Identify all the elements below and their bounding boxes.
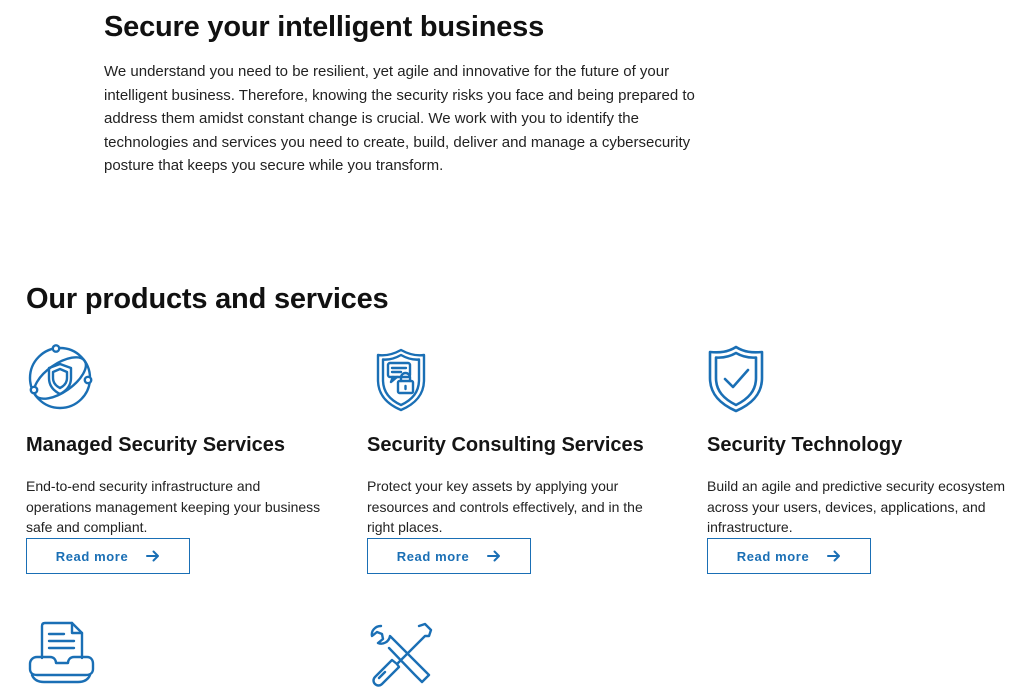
arrow-right-icon <box>146 550 160 562</box>
read-more-label: Read more <box>736 548 810 564</box>
read-more-label: Read more <box>55 548 129 564</box>
globe-shield-icon <box>26 344 96 414</box>
card-title: Managed Security Services <box>26 434 286 456</box>
intro-title: Secure your intelligent business <box>104 11 544 43</box>
product-card-security-technology: Security Technology Build an agile and p… <box>707 344 1007 574</box>
intro-section: Secure your intelligent business We unde… <box>104 8 744 178</box>
arrow-right-icon <box>487 550 501 562</box>
page: Secure your intelligent business We unde… <box>0 0 1024 696</box>
read-more-button[interactable]: Read more <box>26 538 190 574</box>
read-more-label: Read more <box>396 548 470 564</box>
shield-lock-chat-icon <box>367 344 437 414</box>
card-title: Security Technology <box>707 434 903 456</box>
arrow-right-icon <box>827 550 841 562</box>
card-title: Security Consulting Services <box>367 434 644 456</box>
read-more-button[interactable]: Read more <box>707 538 871 574</box>
product-card-managed-security: Managed Security Services End-to-end sec… <box>26 344 326 574</box>
read-more-button[interactable]: Read more <box>367 538 531 574</box>
document-hands-icon <box>26 620 96 690</box>
tools-icon <box>367 620 437 690</box>
card-description: Protect your key assets by applying your… <box>367 478 643 535</box>
shield-check-icon <box>707 344 777 414</box>
card-description: End-to-end security infrastructure and o… <box>26 478 321 535</box>
intro-body: We understand you need to be resilient, … <box>104 63 695 174</box>
products-title: Our products and services <box>26 283 389 315</box>
card-description: Build an agile and predictive security e… <box>707 478 1006 535</box>
product-card-security-consulting: Security Consulting Services Protect you… <box>367 344 667 574</box>
